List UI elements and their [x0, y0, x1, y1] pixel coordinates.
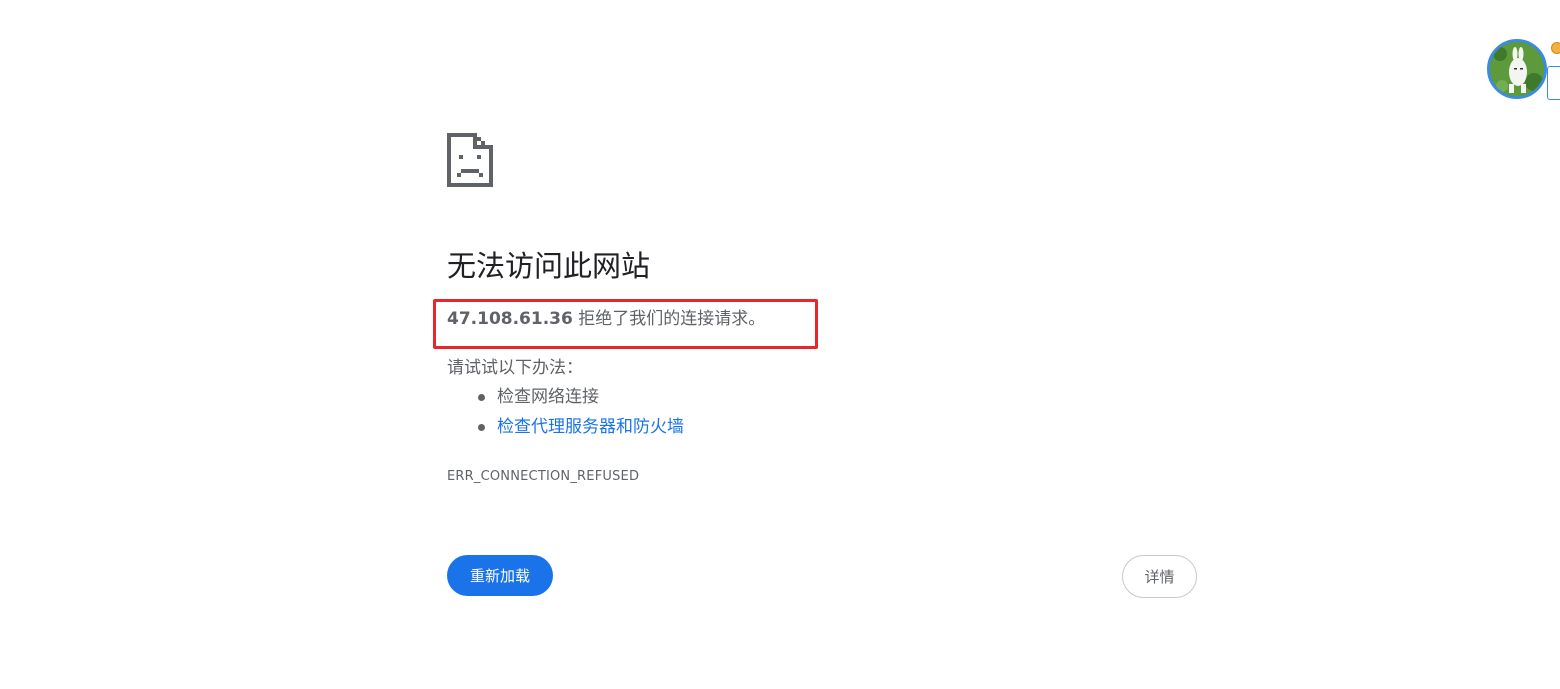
sad-page-icon: [447, 133, 493, 187]
floating-avatar-widget[interactable]: [1485, 39, 1560, 103]
avatar-icon[interactable]: [1487, 39, 1547, 99]
suggestions-heading: 请试试以下办法：: [447, 358, 583, 378]
suggestion-check-proxy-link[interactable]: 检查代理服务器和防火墙: [497, 417, 684, 437]
side-tab[interactable]: [1547, 66, 1560, 100]
bullet-icon: [478, 424, 485, 431]
details-button[interactable]: 详情: [1122, 555, 1197, 598]
reload-button[interactable]: 重新加载: [447, 555, 553, 596]
suggestion-check-network: 检查网络连接: [497, 387, 599, 407]
page-title: 无法访问此网站: [447, 249, 651, 283]
suggestions-list: 检查网络连接 检查代理服务器和防火墙: [447, 384, 684, 444]
bullet-icon: [478, 394, 485, 401]
error-code: ERR_CONNECTION_REFUSED: [447, 469, 640, 484]
notification-badge-icon[interactable]: [1551, 42, 1560, 54]
list-item[interactable]: 检查代理服务器和防火墙: [447, 414, 684, 444]
annotation-highlight-box: [433, 299, 818, 349]
list-item: 检查网络连接: [447, 384, 684, 414]
